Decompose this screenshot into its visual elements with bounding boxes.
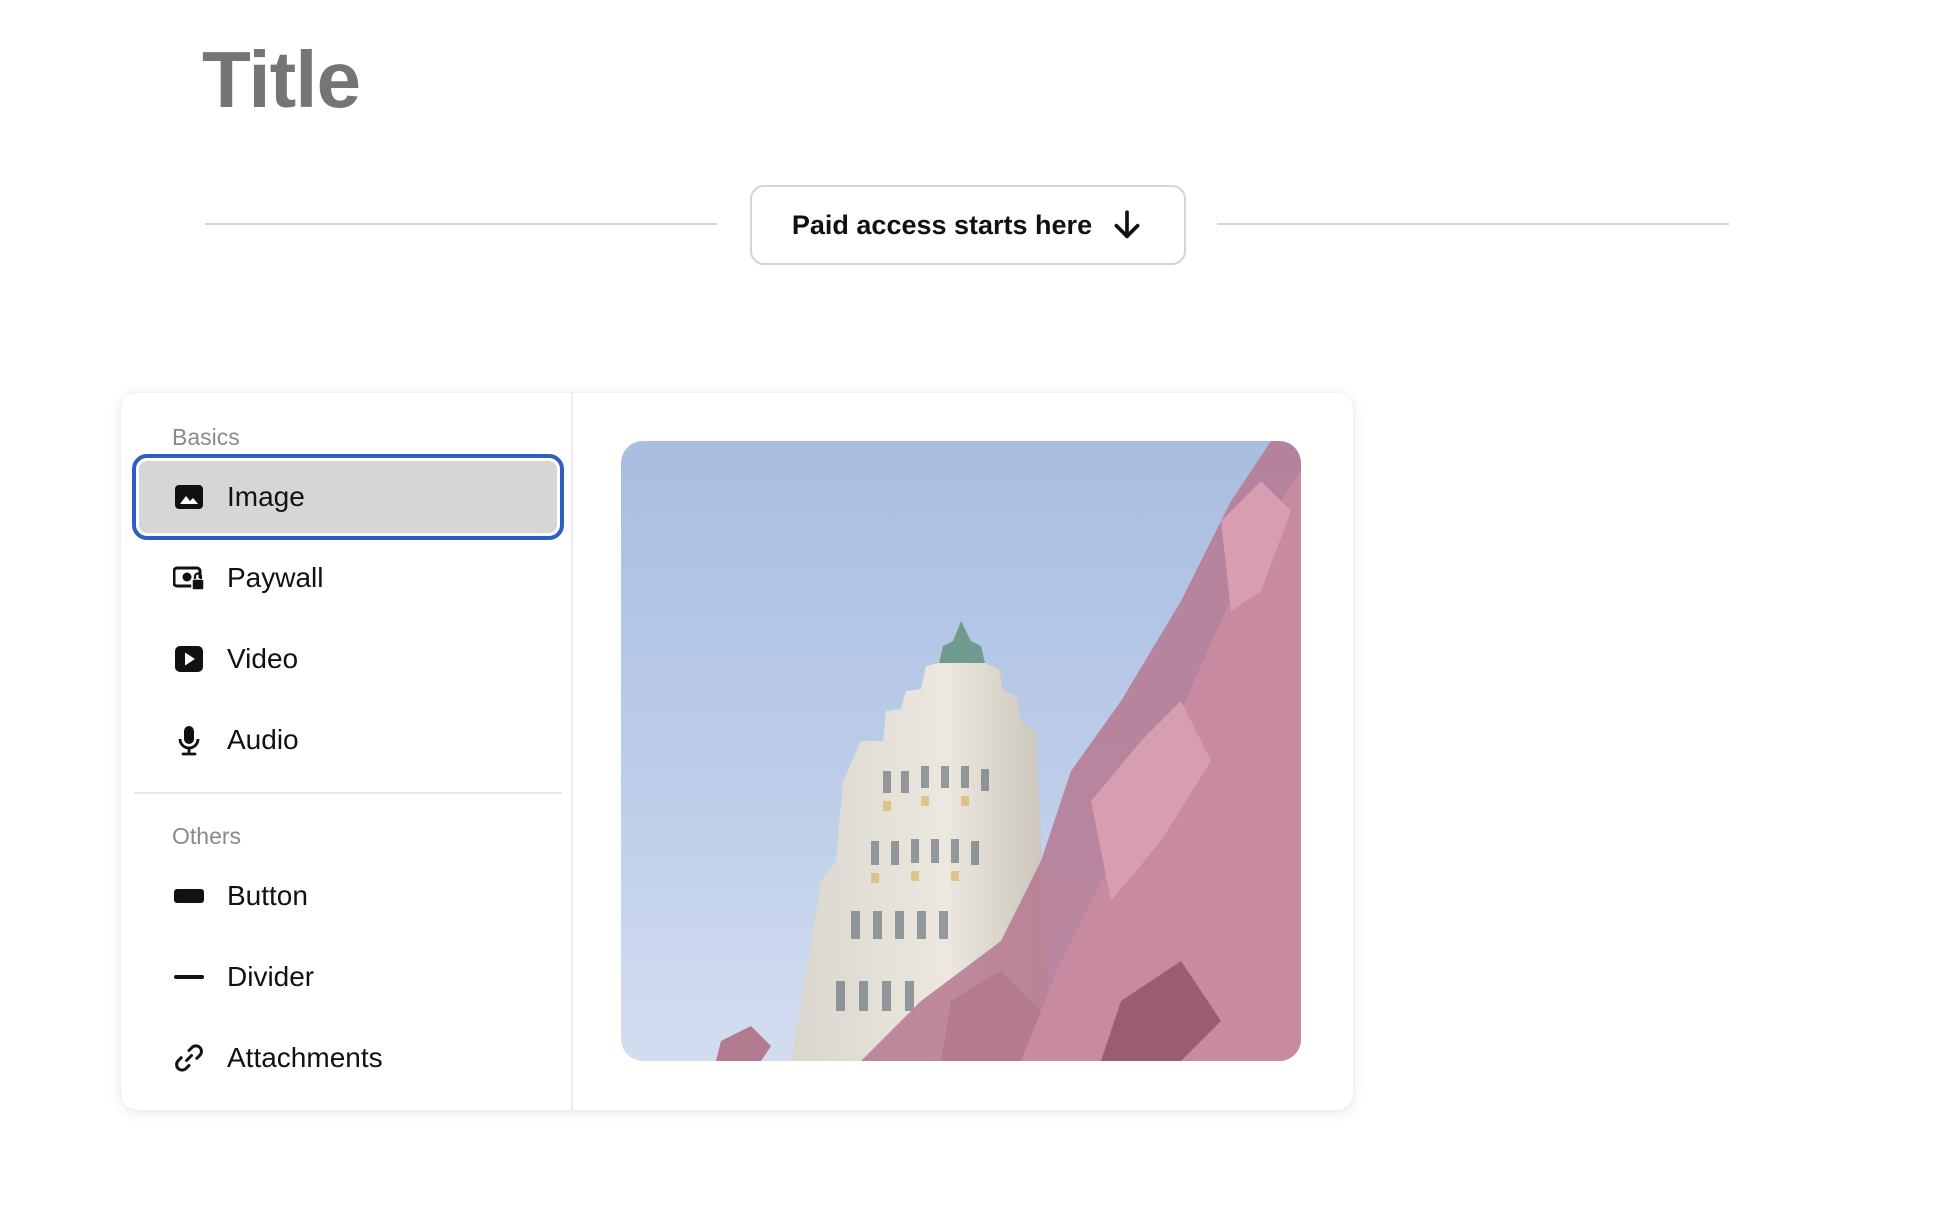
image-icon: [173, 481, 205, 513]
menu-item-label: Video: [227, 643, 299, 674]
paywall-marker-label: Paid access starts here: [791, 209, 1093, 240]
button-icon: [173, 880, 205, 912]
menu-item-video[interactable]: Video: [135, 619, 561, 699]
menu-item-label: Audio: [227, 724, 299, 755]
section-label-others: Others: [172, 823, 242, 849]
paywall-line-left: [205, 223, 717, 225]
paperclip-icon: [173, 1042, 205, 1074]
menu-item-label: Button: [227, 880, 308, 911]
paywall-line-right: [1217, 223, 1729, 225]
page-title[interactable]: Title: [202, 30, 361, 130]
insert-block-panel: Basics Image Paywall Video Audio Others …: [121, 393, 1353, 1110]
divider-icon: [173, 961, 205, 993]
microphone-icon: [173, 724, 205, 756]
menu-item-label: Image: [227, 481, 305, 512]
menu-item-audio[interactable]: Audio: [135, 700, 561, 780]
editor-page: Title Paid access starts here Basics Ima…: [0, 0, 1944, 1228]
section-label-basics: Basics: [172, 424, 240, 450]
paywall-icon: [173, 562, 205, 594]
menu-item-label: Divider: [227, 961, 315, 992]
insert-block-menu: Basics Image Paywall Video Audio Others …: [121, 393, 573, 1110]
menu-item-label: Attachments: [227, 1042, 383, 1073]
arrow-down-icon: [1114, 210, 1140, 239]
menu-item-divider[interactable]: Divider: [135, 937, 561, 1017]
menu-item-attachments[interactable]: Attachments: [135, 1018, 561, 1098]
menu-item-image[interactable]: Image: [132, 454, 564, 540]
block-preview: [573, 393, 1353, 1110]
menu-item-button[interactable]: Button: [135, 856, 561, 936]
menu-section-divider: [134, 792, 562, 794]
preview-image: [621, 441, 1301, 1061]
video-icon: [173, 643, 205, 675]
menu-item-paywall[interactable]: Paywall: [135, 538, 561, 618]
paywall-marker-button[interactable]: Paid access starts here: [750, 185, 1186, 265]
menu-item-label: Paywall: [227, 562, 324, 593]
